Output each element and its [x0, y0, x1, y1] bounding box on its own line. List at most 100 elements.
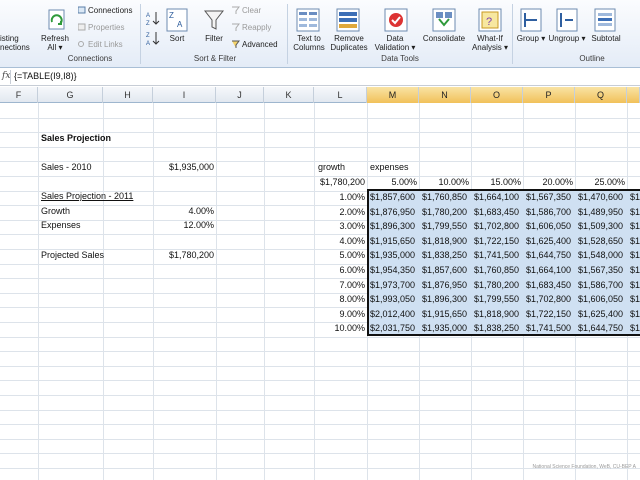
data-table-cell[interactable]: $1,876,950 — [370, 205, 419, 220]
data-table-cell[interactable]: $1,780,200 — [474, 278, 523, 293]
data-table-cell[interactable]: $1,954,350 — [370, 263, 419, 278]
growth-rate-label[interactable]: 7.00% — [314, 278, 367, 293]
data-table-cell[interactable]: $1,722,150 — [526, 307, 575, 322]
sales-2010-label[interactable]: Sales - 2010 — [41, 160, 92, 175]
column-header-q[interactable]: Q — [575, 87, 627, 103]
column-header-j[interactable]: J — [216, 87, 264, 103]
expense-rate-header[interactable]: 15.00% — [471, 175, 523, 190]
data-table-cell[interactable]: $1 — [630, 205, 640, 220]
advanced-button[interactable]: Advanced — [232, 40, 278, 49]
sheet-title[interactable]: Sales Projection — [41, 131, 111, 146]
refresh-all-button[interactable]: Refresh All ▾ — [38, 34, 72, 52]
data-table-cell[interactable]: $1 — [630, 307, 640, 322]
data-table-cell[interactable]: $1,509,300 — [578, 219, 627, 234]
data-table-cell[interactable]: $1,973,700 — [370, 278, 419, 293]
data-table-cell[interactable]: $1,606,050 — [526, 219, 575, 234]
growth-rate-label[interactable]: 3.00% — [314, 219, 367, 234]
data-table-cell[interactable]: $1,780,200 — [422, 205, 471, 220]
column-header-o[interactable]: O — [471, 87, 523, 103]
sort-descending-icon[interactable]: Z A — [146, 30, 160, 46]
data-table-cell[interactable]: $1,625,400 — [578, 307, 627, 322]
data-table-cell[interactable]: $1,993,050 — [370, 292, 419, 307]
remove-duplicates-button[interactable]: Remove Duplicates — [328, 34, 370, 52]
column-header-p[interactable]: P — [523, 87, 575, 103]
expenses-header[interactable]: expenses — [370, 160, 409, 175]
filter-button[interactable]: Filter — [200, 34, 228, 43]
data-table-cell[interactable]: $1,760,850 — [474, 263, 523, 278]
column-header-h[interactable]: H — [103, 87, 153, 103]
expense-rate-header[interactable]: 5.00% — [367, 175, 419, 190]
data-validation-button[interactable]: Data Validation ▾ — [372, 34, 418, 52]
data-table-cell[interactable]: $1 — [630, 234, 640, 249]
data-table-cell[interactable]: $1,896,300 — [370, 219, 419, 234]
column-header-r[interactable] — [627, 87, 640, 103]
growth-label[interactable]: Growth — [41, 204, 70, 219]
data-table-cell[interactable]: $1,760,850 — [422, 190, 471, 205]
expenses-label[interactable]: Expenses — [41, 218, 81, 233]
expense-rate-header[interactable]: 25.00% — [575, 175, 627, 190]
data-table-cell[interactable]: $1,625,400 — [526, 234, 575, 249]
what-if-analysis-button[interactable]: What-If Analysis ▾ — [468, 34, 512, 52]
column-header-n[interactable]: N — [419, 87, 471, 103]
data-table-cell[interactable]: $1,664,100 — [474, 190, 523, 205]
data-table-cell[interactable]: $1,799,550 — [422, 219, 471, 234]
growth-rate-label[interactable]: 2.00% — [314, 205, 367, 220]
data-table-cell[interactable]: $1,838,250 — [474, 321, 523, 336]
data-table-cell[interactable]: $1,702,800 — [526, 292, 575, 307]
growth-rate-label[interactable]: 4.00% — [314, 234, 367, 249]
growth-header[interactable]: growth — [318, 160, 345, 175]
sort-ascending-icon[interactable]: A Z — [146, 10, 160, 26]
expense-rate-header[interactable]: 20.00% — [523, 175, 575, 190]
data-table-cell[interactable]: $1,935,000 — [370, 248, 419, 263]
data-table-cell[interactable]: $1,567,350 — [526, 190, 575, 205]
connections-button[interactable]: Connections — [78, 6, 132, 15]
data-table-cell[interactable]: $1,915,650 — [370, 234, 419, 249]
column-header-l[interactable]: L — [314, 87, 367, 103]
data-table-cell[interactable]: $1 — [630, 321, 640, 336]
properties-button[interactable]: Properties — [78, 23, 124, 32]
data-table-cell[interactable]: $1,818,900 — [474, 307, 523, 322]
sales-2010-value[interactable]: $1,935,000 — [153, 160, 216, 175]
data-table-cell[interactable]: $1 — [630, 278, 640, 293]
sales-projection-2011-label[interactable]: Sales Projection - 2011 — [41, 189, 133, 204]
column-header-m[interactable]: M — [367, 87, 419, 103]
column-header-k[interactable]: K — [264, 87, 314, 103]
growth-value[interactable]: 4.00% — [153, 204, 216, 219]
expenses-value[interactable]: 12.00% — [153, 218, 216, 233]
data-table-cell[interactable]: $1,741,500 — [474, 248, 523, 263]
data-table-cell[interactable]: $1,818,900 — [422, 234, 471, 249]
data-table-cell[interactable]: $1,799,550 — [474, 292, 523, 307]
group-button[interactable]: Group ▾ — [514, 34, 548, 43]
data-table-cell[interactable]: $2,031,750 — [370, 321, 419, 336]
data-table-cell[interactable]: $1,702,800 — [474, 219, 523, 234]
data-table-cell[interactable]: $1,586,700 — [526, 205, 575, 220]
data-table-cell[interactable]: $1 — [630, 219, 640, 234]
subtotal-button[interactable]: Subtotal — [586, 34, 626, 43]
column-header-g[interactable]: G — [38, 87, 103, 103]
data-table-cell[interactable]: $1 — [630, 190, 640, 205]
data-table-cell[interactable]: $1,567,350 — [578, 263, 627, 278]
growth-rate-label[interactable]: 8.00% — [314, 292, 367, 307]
growth-rate-label[interactable]: 6.00% — [314, 263, 367, 278]
formula-input[interactable]: {=TABLE(I9,I8)} — [14, 71, 77, 81]
existing-connections-button[interactable]: isting nections — [0, 34, 30, 52]
expense-rate-header[interactable]: 10.00% — [419, 175, 471, 190]
data-table-cell[interactable]: $1,528,650 — [578, 234, 627, 249]
sort-button[interactable]: Sort — [164, 34, 190, 43]
consolidate-button[interactable]: Consolidate — [420, 34, 468, 43]
reapply-button[interactable]: Reapply — [232, 23, 271, 32]
data-table-cell[interactable]: $1,896,300 — [422, 292, 471, 307]
growth-rate-label[interactable]: 5.00% — [314, 248, 367, 263]
data-table-cell[interactable]: $1,915,650 — [422, 307, 471, 322]
table-corner-value[interactable]: $1,780,200 — [314, 175, 367, 190]
projected-sales-label[interactable]: Projected Sales — [41, 248, 104, 263]
data-table-cell[interactable]: $1,838,250 — [422, 248, 471, 263]
data-table-cell[interactable]: $1 — [630, 292, 640, 307]
data-table-cell[interactable]: $2,012,400 — [370, 307, 419, 322]
data-table-cell[interactable]: $1,644,750 — [526, 248, 575, 263]
data-table-cell[interactable]: $1,741,500 — [526, 321, 575, 336]
data-table-cell[interactable]: $1,683,450 — [474, 205, 523, 220]
column-header-f[interactable]: F — [0, 87, 38, 103]
text-to-columns-button[interactable]: Text to Columns — [290, 34, 328, 52]
growth-rate-label[interactable]: 9.00% — [314, 307, 367, 322]
